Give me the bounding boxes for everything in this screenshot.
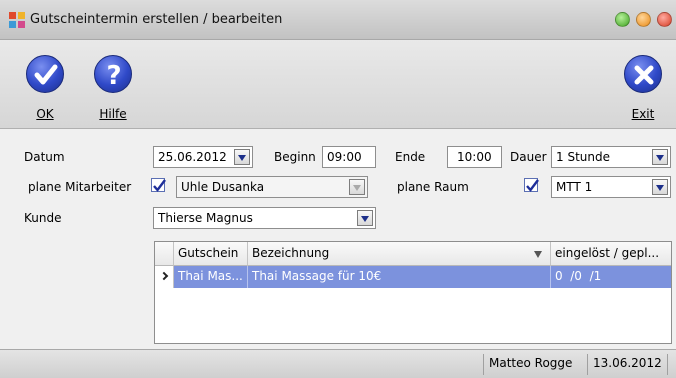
ok-label: OK xyxy=(36,107,54,121)
ende-input[interactable]: 10:00 xyxy=(447,146,502,168)
plane-mitarbeiter-label: plane Mitarbeiter xyxy=(28,180,132,194)
datum-dropdown-icon[interactable] xyxy=(234,149,250,165)
cell-status[interactable]: 0 /0 /1 xyxy=(551,266,671,288)
row-indicator[interactable] xyxy=(155,266,174,288)
kunde-value: Thierse Magnus xyxy=(158,211,253,225)
status-date: 13.06.2012 xyxy=(587,354,668,375)
voucher-table[interactable]: Gutschein Bezeichnung eingelöst / gepl..… xyxy=(154,241,672,344)
kunde-label: Kunde xyxy=(24,211,62,225)
dauer-label: Dauer xyxy=(510,150,547,164)
raum-select[interactable]: MTT 1 xyxy=(551,176,671,198)
app-icon xyxy=(9,12,25,28)
plane-raum-label: plane Raum xyxy=(397,180,469,194)
row-indicator-header xyxy=(155,242,174,266)
mitarbeiter-value: Uhle Dusanka xyxy=(181,180,265,194)
sort-desc-icon xyxy=(534,251,542,258)
beginn-label: Beginn xyxy=(274,150,316,164)
checkmark-icon xyxy=(153,179,166,192)
bezeichnung-header-label: Bezeichnung xyxy=(252,246,330,260)
svg-text:?: ? xyxy=(106,61,121,91)
window-title: Gutscheintermin erstellen / bearbeiten xyxy=(30,12,283,27)
exit-button[interactable]: Exit xyxy=(618,49,668,125)
dauer-select[interactable]: 1 Stunde xyxy=(551,146,671,168)
minimize-icon[interactable] xyxy=(615,12,630,27)
column-header-status[interactable]: eingelöst / gepl... xyxy=(551,242,671,266)
column-header-gutschein[interactable]: Gutschein xyxy=(174,242,248,266)
help-button[interactable]: ? Hilfe xyxy=(88,49,138,125)
beginn-input[interactable]: 09:00 xyxy=(322,146,376,168)
title-bar: Gutscheintermin erstellen / bearbeiten xyxy=(0,0,676,40)
toolbar: OK ? Hilfe Exit xyxy=(0,40,676,129)
mitarbeiter-select[interactable]: Uhle Dusanka xyxy=(176,176,368,198)
beginn-value: 09:00 xyxy=(327,150,362,164)
help-label: Hilfe xyxy=(99,107,127,121)
raum-value: MTT 1 xyxy=(556,180,593,194)
datum-value: 25.06.2012 xyxy=(158,150,227,164)
ende-value: 10:00 xyxy=(457,150,492,164)
exit-icon xyxy=(624,55,662,93)
maximize-icon[interactable] xyxy=(636,12,651,27)
status-bar: Matteo Rogge 13.06.2012 xyxy=(0,349,676,378)
mitarbeiter-dropdown-icon[interactable] xyxy=(349,179,365,195)
help-icon: ? xyxy=(94,55,132,93)
dauer-value: 1 Stunde xyxy=(556,150,610,164)
cell-bezeichnung[interactable]: Thai Massage für 10€ xyxy=(248,266,551,288)
cell-gutschein[interactable]: Thai Mas... xyxy=(174,266,248,288)
column-header-bezeichnung[interactable]: Bezeichnung xyxy=(248,242,551,266)
datum-label: Datum xyxy=(24,150,65,164)
row-pointer-icon xyxy=(159,271,169,281)
checkmark-icon xyxy=(526,179,539,192)
status-user: Matteo Rogge xyxy=(483,354,577,375)
datum-field[interactable]: 25.06.2012 xyxy=(153,146,253,168)
ok-button[interactable]: OK xyxy=(20,49,70,125)
checkmark-icon xyxy=(26,55,64,93)
close-icon[interactable] xyxy=(657,12,672,27)
kunde-select[interactable]: Thierse Magnus xyxy=(153,207,376,229)
exit-label: Exit xyxy=(631,107,655,121)
dauer-dropdown-icon[interactable] xyxy=(652,149,668,165)
raum-dropdown-icon[interactable] xyxy=(652,179,668,195)
plane-raum-checkbox[interactable] xyxy=(524,178,539,192)
plane-mitarbeiter-checkbox[interactable] xyxy=(151,178,166,192)
kunde-dropdown-icon[interactable] xyxy=(357,210,373,226)
ende-label: Ende xyxy=(395,150,426,164)
